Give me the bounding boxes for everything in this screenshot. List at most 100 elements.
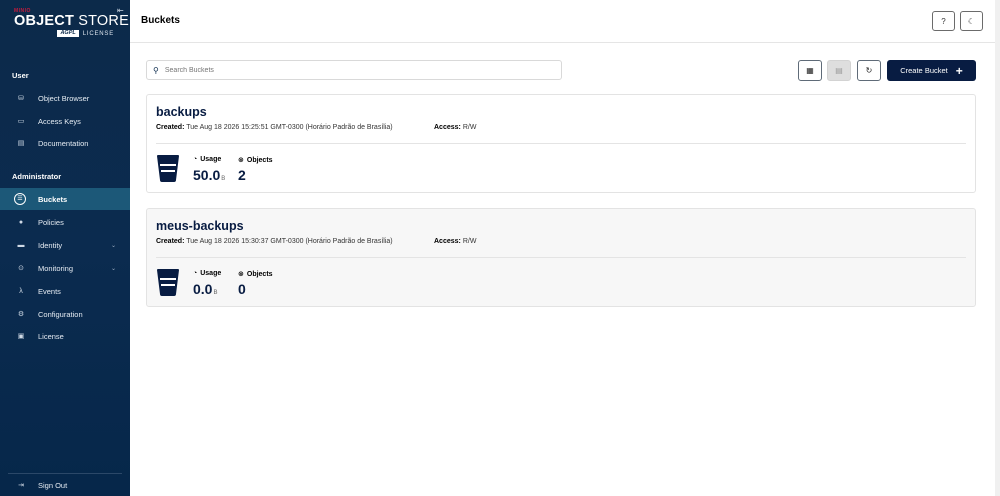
- sidebar-item-policies[interactable]: ● Policies: [0, 211, 130, 233]
- objects-icon: ⊗: [238, 271, 244, 278]
- create-bucket-button[interactable]: Create Bucket +: [887, 60, 976, 81]
- logo-title-bold: OBJECT: [14, 13, 75, 29]
- objects-value: 2: [238, 167, 246, 183]
- sidebar-item-access-keys[interactable]: ▭ Access Keys: [0, 110, 130, 132]
- agpl-badge: AGPL: [57, 30, 79, 37]
- policies-icon: ●: [18, 218, 24, 226]
- logo-title: OBJECT STORE: [14, 13, 129, 29]
- objects-label-text: Objects: [246, 156, 273, 164]
- access-label: Access:: [434, 124, 461, 131]
- objects-label: ⊗ Objects: [238, 270, 273, 279]
- sidebar-item-events[interactable]: λ Events: [0, 280, 130, 302]
- monitoring-icon: ⊙: [18, 265, 24, 272]
- usage-value: 50.0B: [193, 167, 225, 183]
- help-button[interactable]: ?: [932, 11, 955, 31]
- bucket-icon: [157, 155, 179, 182]
- objects-icon: ⊗: [238, 157, 244, 164]
- bucket-created: Created: Tue Aug 18 2026 15:30:37 GMT-03…: [156, 238, 393, 245]
- usage-number: 0.0: [193, 281, 213, 297]
- bucket-name[interactable]: backups: [156, 105, 207, 119]
- chevron-down-icon[interactable]: ⌄: [111, 265, 116, 272]
- sidebar-item-buckets[interactable]: ☰ Buckets: [0, 188, 130, 210]
- sign-out-button[interactable]: ⇥ Sign Out: [0, 474, 130, 496]
- bucket-card[interactable]: backups Created: Tue Aug 18 2026 15:25:5…: [146, 94, 976, 193]
- sidebar-item-label: License: [38, 331, 64, 341]
- sidebar-item-monitoring[interactable]: ⊙ Monitoring ⌄: [0, 257, 130, 279]
- sidebar-item-label: Monitoring: [38, 263, 74, 273]
- refresh-icon: ↻: [865, 66, 873, 75]
- moon-icon: ☾: [967, 16, 976, 26]
- gear-icon: ⚙: [17, 311, 25, 318]
- access-value: R/W: [462, 124, 477, 131]
- search-icon: ⚲: [153, 65, 159, 75]
- grid-icon: ▦: [806, 66, 814, 75]
- object-browser-icon: ⛁: [18, 95, 24, 102]
- refresh-button[interactable]: ↻: [857, 60, 881, 81]
- lambda-icon: λ: [19, 287, 23, 295]
- access-keys-icon: ▭: [17, 118, 25, 125]
- chevron-down-icon[interactable]: ⌄: [111, 242, 116, 249]
- access-label: Access:: [434, 238, 461, 245]
- grid-view-button[interactable]: ▦: [798, 60, 822, 81]
- sign-out-label: Sign Out: [38, 480, 68, 490]
- license-label: LICENSE: [82, 30, 114, 37]
- divider: [156, 143, 966, 144]
- sign-out-icon: ⇥: [18, 482, 24, 489]
- dark-mode-button[interactable]: ☾: [960, 11, 983, 31]
- usage-unit: B: [221, 176, 226, 182]
- sidebar-item-object-browser[interactable]: ⛁ Object Browser: [0, 87, 130, 109]
- bucket-icon: [157, 269, 179, 296]
- created-value: Tue Aug 18 2026 15:25:51 GMT-0300 (Horár…: [186, 124, 393, 131]
- help-icon: ?: [941, 16, 946, 26]
- minio-logo[interactable]: MINIO OBJECT STORE AGPL LICENSE: [14, 8, 129, 42]
- user-section-title: User: [12, 71, 29, 80]
- sidebar-item-label: Policies: [38, 217, 64, 227]
- objects-value: 0: [238, 281, 246, 297]
- bulk-action-button[interactable]: ▤: [827, 60, 851, 81]
- page-title: Buckets: [141, 15, 180, 26]
- search-bar: ⚲: [146, 60, 562, 80]
- sidebar-item-configuration[interactable]: ⚙ Configuration: [0, 303, 130, 325]
- identity-icon: ▬: [17, 241, 25, 249]
- bucket-created: Created: Tue Aug 18 2026 15:25:51 GMT-03…: [156, 124, 393, 131]
- sidebar-item-identity[interactable]: ▬ Identity ⌄: [0, 234, 130, 256]
- bucket-access: Access: R/W: [434, 238, 476, 245]
- sidebar: MINIO OBJECT STORE AGPL LICENSE ⇤ User ⛁…: [0, 0, 130, 496]
- bucket-name[interactable]: meus-backups: [156, 219, 244, 233]
- objects-label: ⊗ Objects: [238, 156, 273, 165]
- sidebar-item-label: Events: [38, 286, 61, 296]
- pie-chart-icon: ◔: [193, 270, 198, 277]
- sidebar-item-label: Object Browser: [38, 93, 90, 103]
- sidebar-item-label: Documentation: [38, 138, 89, 148]
- search-input[interactable]: [164, 66, 545, 74]
- sidebar-item-label: Identity: [38, 240, 63, 250]
- logo-title-thin: STORE: [78, 13, 129, 29]
- sidebar-item-label: Configuration: [38, 309, 83, 319]
- header: Buckets ? ☾: [130, 0, 1000, 43]
- sidebar-item-label: Buckets: [38, 194, 68, 204]
- created-label: Created:: [156, 124, 185, 131]
- usage-value: 0.0B: [193, 281, 217, 297]
- create-bucket-label: Create Bucket: [900, 66, 948, 75]
- logo-license: AGPL LICENSE: [14, 30, 119, 37]
- admin-section-title: Administrator: [12, 172, 62, 181]
- pie-chart-icon: ◔: [193, 156, 198, 163]
- sidebar-item-documentation[interactable]: ▤ Documentation: [0, 132, 130, 154]
- usage-label-text: Usage: [200, 270, 222, 277]
- bucket-card[interactable]: meus-backups Created: Tue Aug 18 2026 15…: [146, 208, 976, 307]
- documentation-icon: ▤: [17, 140, 25, 147]
- divider: [156, 257, 966, 258]
- created-label: Created:: [156, 238, 185, 245]
- usage-label: ◔ Usage: [193, 270, 221, 277]
- sidebar-item-license[interactable]: ▣ License: [0, 325, 130, 347]
- plus-icon: +: [955, 63, 963, 78]
- usage-label-text: Usage: [200, 156, 222, 163]
- bucket-access: Access: R/W: [434, 124, 476, 131]
- stack-icon: ▤: [835, 66, 843, 75]
- access-value: R/W: [462, 238, 477, 245]
- collapse-sidebar-icon[interactable]: ⇤: [117, 6, 124, 15]
- license-icon: ▣: [17, 333, 25, 340]
- scrollbar[interactable]: [995, 0, 1000, 496]
- sidebar-item-label: Access Keys: [38, 116, 81, 126]
- buckets-icon: ☰: [14, 193, 26, 205]
